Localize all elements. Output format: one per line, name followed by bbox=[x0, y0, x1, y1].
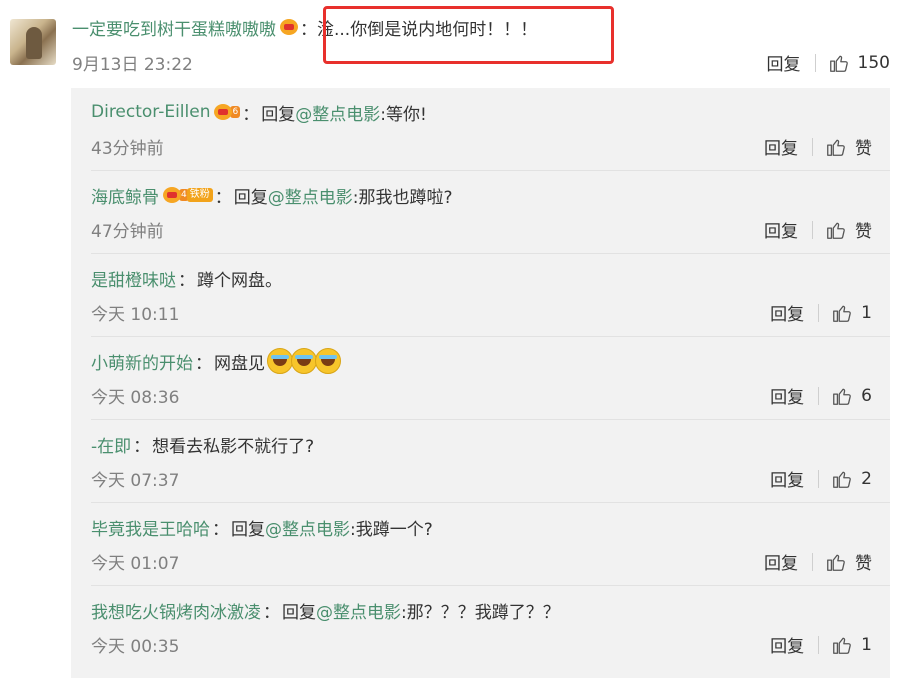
crying-laugh-emoji bbox=[267, 348, 293, 374]
reply-time: 今天 00:35 bbox=[91, 637, 180, 657]
reply-prefix: 回复 bbox=[282, 602, 316, 623]
reply-item: -在即 ： 想看去私影不就行了? 今天 07:37 回复 2 bbox=[71, 420, 890, 503]
reply-time: 今天 10:11 bbox=[91, 305, 180, 325]
crying-laugh-emoji-group bbox=[267, 348, 341, 374]
colon: ： bbox=[263, 602, 280, 623]
user-avatar[interactable] bbox=[10, 19, 56, 65]
reply-text: 蹲个网盘。 bbox=[197, 270, 282, 291]
reply-text: :那？？？我蹲了？？ bbox=[401, 602, 560, 623]
mention-link[interactable]: @整点电影 bbox=[316, 598, 401, 623]
thumbs-up-icon[interactable] bbox=[831, 385, 853, 407]
crown-badge-icon bbox=[279, 17, 299, 37]
like-count: 6 bbox=[861, 385, 872, 406]
divider bbox=[818, 635, 820, 654]
reply-actions: 回复 赞 bbox=[764, 549, 872, 574]
reply-text: 网盘见 bbox=[214, 353, 265, 374]
like-count: 150 bbox=[857, 52, 890, 73]
colon: ： bbox=[133, 436, 151, 457]
reply-username[interactable]: 毕竟我是王哈哈 bbox=[91, 515, 210, 540]
reply-time: 今天 07:37 bbox=[91, 471, 180, 491]
reply-actions: 回复 1 bbox=[770, 300, 872, 326]
mention-link[interactable]: @整点电影 bbox=[265, 515, 350, 540]
reply-text: 想看去私影不就行了? bbox=[152, 436, 315, 457]
thumbs-up-icon[interactable] bbox=[825, 136, 847, 158]
thumbs-up-icon[interactable] bbox=[828, 52, 850, 74]
reply-time: 43分钟前 bbox=[91, 139, 164, 159]
reply-button[interactable]: 回复 bbox=[764, 549, 798, 574]
reply-username[interactable]: 小萌新的开始 bbox=[91, 349, 193, 374]
divider bbox=[812, 552, 813, 571]
reply-actions: 回复 1 bbox=[770, 632, 872, 658]
colon: ： bbox=[178, 270, 195, 291]
divider bbox=[818, 303, 820, 322]
reply-actions: 回复 赞 bbox=[764, 134, 872, 159]
reply-button[interactable]: 回复 bbox=[770, 383, 804, 408]
like-count: 赞 bbox=[855, 554, 872, 574]
reply-prefix: 回复 bbox=[231, 519, 265, 540]
reply-username[interactable]: 我想吃火锅烤肉冰激凌 bbox=[91, 598, 261, 623]
reply-actions: 回复 6 bbox=[770, 383, 872, 409]
crying-laugh-emoji bbox=[315, 348, 341, 374]
colon: ： bbox=[212, 519, 229, 540]
reply-button[interactable]: 回复 bbox=[770, 300, 804, 325]
crying-laugh-emoji bbox=[291, 348, 317, 374]
divider bbox=[812, 137, 813, 156]
highlight-box bbox=[323, 6, 614, 64]
reply-prefix: 回复 bbox=[233, 187, 268, 208]
reply-item: 是甜橙味哒 ： 蹲个网盘。 今天 10:11 回复 1 bbox=[71, 254, 890, 337]
fan-badge: 铁粉 bbox=[186, 188, 213, 202]
reply-text: :等你! bbox=[380, 104, 427, 125]
like-count: 赞 bbox=[855, 139, 872, 159]
crown-badge-icon bbox=[162, 185, 182, 205]
reply-button[interactable]: 回复 bbox=[770, 632, 804, 657]
like-count: 赞 bbox=[855, 222, 872, 242]
colon: ： bbox=[195, 353, 212, 374]
crown-badge-icon bbox=[213, 102, 233, 122]
reply-item: 毕竟我是王哈哈 ： 回复 @整点电影:我蹲一个? 今天 01:07 回复 赞 bbox=[71, 503, 890, 586]
colon: ： bbox=[242, 104, 260, 125]
divider bbox=[812, 220, 813, 239]
reply-username[interactable]: 是甜橙味哒 bbox=[91, 266, 176, 291]
reply-item: 海底鲸骨 4 铁粉 ： 回复 @整点电影:那我也蹲啦? 47分钟前 回复 赞 bbox=[71, 171, 890, 254]
reply-item: Director-Eillen 6 ： 回复 @整点电影:等你! 43分钟前 回复… bbox=[71, 88, 890, 171]
reply-button[interactable]: 回复 bbox=[764, 217, 798, 242]
divider bbox=[818, 469, 820, 488]
reply-username[interactable]: 海底鲸骨 bbox=[91, 183, 159, 208]
reply-time: 今天 01:07 bbox=[91, 554, 180, 574]
reply-list: Director-Eillen 6 ： 回复 @整点电影:等你! 43分钟前 回复… bbox=[71, 88, 890, 678]
reply-text: :那我也蹲啦? bbox=[352, 187, 453, 208]
reply-button[interactable]: 回复 bbox=[767, 50, 801, 75]
main-comment-username[interactable]: 一定要吃到树干蛋糕嗷嗷嗷 bbox=[72, 15, 276, 40]
thumbs-up-icon[interactable] bbox=[825, 219, 847, 241]
reply-text: :我蹲一个? bbox=[350, 519, 433, 540]
reply-actions: 回复 2 bbox=[770, 466, 872, 492]
divider bbox=[814, 53, 816, 72]
thumbs-up-icon[interactable] bbox=[825, 551, 847, 573]
reply-actions: 回复 赞 bbox=[764, 217, 872, 242]
thumbs-up-icon[interactable] bbox=[831, 634, 853, 656]
colon: ： bbox=[214, 187, 232, 208]
reply-button[interactable]: 回复 bbox=[770, 466, 804, 491]
mention-link[interactable]: @整点电影 bbox=[295, 100, 380, 125]
divider bbox=[818, 386, 820, 405]
reply-prefix: 回复 bbox=[261, 104, 296, 125]
reply-button[interactable]: 回复 bbox=[764, 134, 798, 159]
thumbs-up-icon[interactable] bbox=[831, 468, 853, 490]
like-count: 1 bbox=[861, 302, 872, 323]
like-count: 2 bbox=[861, 468, 872, 489]
mention-link[interactable]: @整点电影 bbox=[268, 183, 353, 208]
like-count: 1 bbox=[861, 634, 872, 655]
reply-time: 47分钟前 bbox=[91, 222, 164, 242]
reply-username[interactable]: Director-Eillen bbox=[91, 102, 210, 122]
thumbs-up-icon[interactable] bbox=[831, 302, 853, 324]
main-comment-time: 9月13日 23:22 bbox=[72, 55, 193, 75]
main-comment-actions: 回复 150 bbox=[767, 50, 890, 76]
reply-time: 今天 08:36 bbox=[91, 388, 180, 408]
reply-item: 小萌新的开始 ： 网盘见 今天 08:36 回复 6 bbox=[71, 337, 890, 420]
reply-username[interactable]: -在即 bbox=[91, 432, 131, 457]
reply-item: 我想吃火锅烤肉冰激凌 ： 回复 @整点电影:那？？？我蹲了？？ 今天 00:35 … bbox=[71, 586, 890, 669]
